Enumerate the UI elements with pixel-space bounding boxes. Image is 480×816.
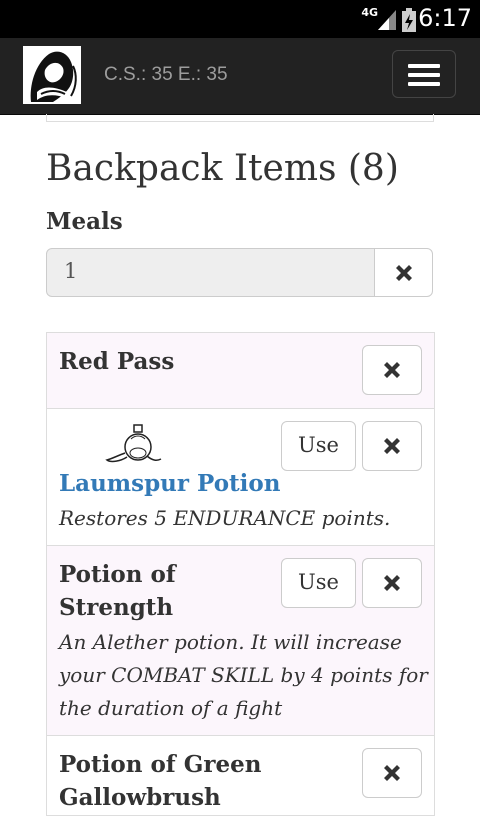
item-name-line: Potion of	[59, 561, 176, 588]
item-name: Potion of Green Gallowbrush	[59, 748, 261, 814]
drop-item-button[interactable]	[362, 558, 422, 608]
item-name-link[interactable]: Laumspur Potion	[59, 467, 280, 500]
status-bar: 4G 6:17	[0, 0, 480, 38]
backpack-heading: Backpack Items (8)	[46, 148, 399, 189]
list-item: Red Pass	[46, 333, 435, 409]
drop-item-button[interactable]	[362, 345, 422, 395]
item-name-line: Potion of Green	[59, 751, 262, 778]
hooded-figure-icon	[30, 51, 77, 102]
backpack-items-list: Red Pass Use Laumspur Potion Restores 5 …	[46, 332, 435, 816]
close-icon	[384, 362, 400, 378]
clock: 6:17	[418, 4, 472, 32]
item-description: Restores 5 ENDURANCE points.	[59, 506, 391, 530]
item-name-line: Strength	[59, 594, 174, 621]
signal-icon	[378, 10, 396, 30]
hamburger-bar	[408, 73, 440, 77]
list-item: Potion of Green Gallowbrush	[46, 736, 435, 816]
previous-section-edge	[46, 114, 434, 122]
item-description-line: An Alether potion. It will increase	[59, 630, 402, 654]
item-name: Potion of Strength	[59, 558, 176, 624]
hamburger-bar	[408, 82, 440, 86]
battery-icon	[402, 8, 416, 32]
menu-toggle-button[interactable]	[392, 50, 456, 98]
combat-endurance-stats: C.S.: 35 E.: 35	[104, 64, 228, 85]
use-item-button[interactable]: Use	[281, 558, 356, 608]
item-name-line: Gallowbrush	[59, 784, 221, 811]
close-icon	[384, 765, 400, 781]
item-description: An Alether potion. It will increase your…	[59, 626, 428, 725]
close-icon	[384, 575, 400, 591]
use-item-button[interactable]: Use	[281, 421, 356, 471]
drop-item-button[interactable]	[362, 421, 422, 471]
close-icon	[384, 438, 400, 454]
meals-remove-button[interactable]	[374, 248, 433, 297]
app-logo[interactable]	[23, 46, 81, 104]
list-item: Potion of Strength Use An Alether potion…	[46, 546, 435, 736]
list-item: Use Laumspur Potion Restores 5 ENDURANCE…	[46, 409, 435, 546]
meals-field[interactable]: 1	[46, 248, 375, 297]
potion-flask-icon	[105, 424, 162, 463]
close-icon	[395, 264, 412, 281]
item-description-line: your COMBAT SKILL by 4 points for	[59, 663, 428, 687]
hamburger-bar	[408, 64, 440, 68]
item-description-line: the duration of a fight	[59, 696, 283, 720]
item-name: Red Pass	[59, 348, 175, 375]
network-type: 4G	[361, 6, 378, 19]
top-navbar: C.S.: 35 E.: 35	[0, 38, 480, 115]
drop-item-button[interactable]	[362, 748, 422, 798]
meals-label: Meals	[46, 208, 123, 235]
